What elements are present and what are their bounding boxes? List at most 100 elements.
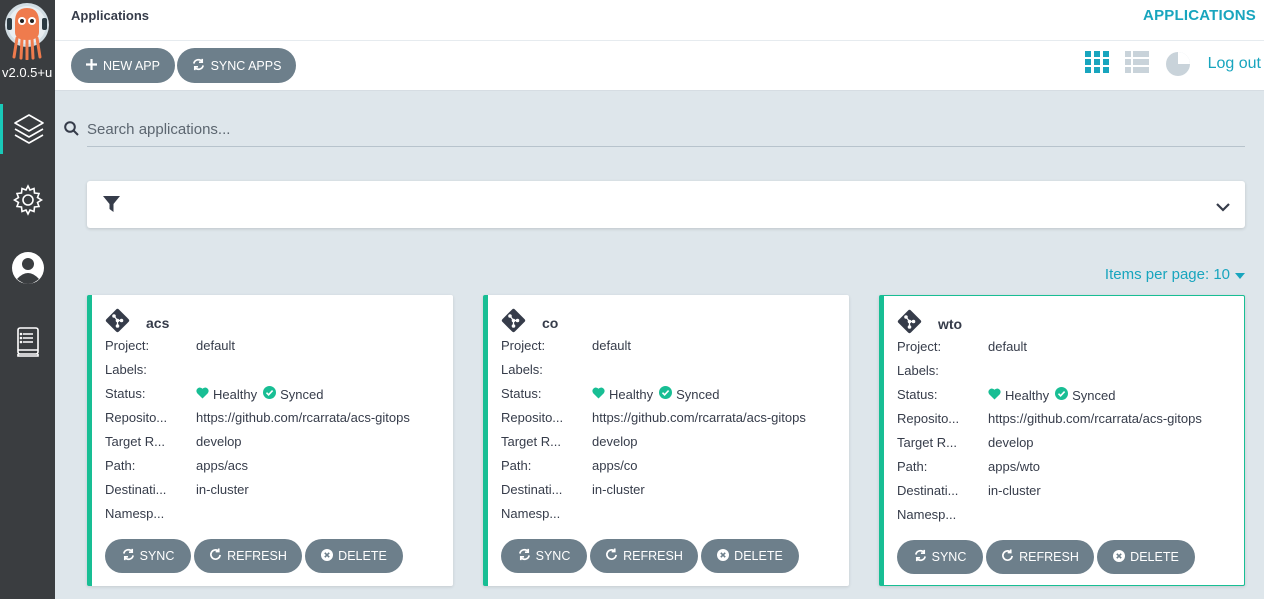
status-label: Status: (105, 386, 146, 401)
items-per-page-label: Items per page: 10 (1104, 266, 1230, 283)
sync-button[interactable]: SYNC (105, 539, 191, 573)
target-revision-value: develop (592, 434, 638, 449)
namespace-row: Namesp... (897, 507, 988, 522)
refresh-button[interactable]: REFRESH (194, 539, 302, 573)
labels-row: Labels: (501, 362, 592, 377)
app-card[interactable]: co Project: default Labels: Status: Heal… (483, 295, 849, 586)
app-name[interactable]: acs (146, 315, 169, 331)
path-row: Path: apps/co (501, 458, 638, 473)
destination-value: in-cluster (988, 483, 1041, 498)
times-circle-icon (321, 548, 334, 564)
sync-button[interactable]: SYNC (897, 540, 983, 574)
path-label: Path: (897, 459, 928, 474)
project-row: Project: default (897, 339, 1027, 354)
list-view-icon[interactable] (1125, 51, 1149, 78)
sync-status: Synced (280, 386, 324, 402)
gear-icon (12, 184, 44, 216)
refresh-icon (1001, 549, 1014, 565)
sidebar-item-applications[interactable] (0, 104, 55, 154)
tiles-view-icon[interactable] (1085, 51, 1109, 78)
destination-value: in-cluster (592, 482, 645, 497)
top-bar: Applications APPLICATIONS (55, 0, 1264, 41)
repository-value[interactable]: https://github.com/rcarrata/acs-gitops (196, 410, 410, 425)
sidebar: v2.0.5+u (0, 0, 55, 599)
labels-label: Labels: (501, 362, 543, 377)
repository-row: Reposito... https://github.com/rcarrata/… (897, 411, 1202, 426)
sidebar-item-docs[interactable] (0, 317, 55, 367)
sync-icon (914, 549, 927, 565)
project-value: default (988, 339, 1028, 354)
delete-button[interactable]: DELETE (701, 539, 799, 573)
sync-button[interactable]: SYNC (501, 539, 587, 573)
status-row: Status: Healthy Synced (105, 386, 323, 402)
sidebar-item-user-info[interactable] (0, 243, 55, 293)
delete-button[interactable]: DELETE (1097, 540, 1195, 574)
repository-label: Reposito... (105, 410, 168, 425)
toolbar: NEW APP SYNC APPS Log out (55, 41, 1264, 91)
destination-label: Destinati... (105, 482, 167, 497)
app-name[interactable]: wto (938, 316, 962, 332)
status-label: Status: (897, 387, 938, 402)
project-label: Project: (897, 339, 942, 354)
sync-icon (192, 58, 205, 74)
repository-label: Reposito... (501, 410, 564, 425)
app-card[interactable]: wto Project: default Labels: Status: Hea… (879, 295, 1245, 586)
search-input[interactable] (87, 112, 1245, 147)
app-name[interactable]: co (542, 315, 558, 331)
path-row: Path: apps/wto (897, 459, 1040, 474)
delete-button[interactable]: DELETE (305, 539, 403, 573)
path-label: Path: (501, 458, 532, 473)
new-app-button[interactable]: NEW APP (71, 48, 175, 83)
breadcrumb[interactable]: Applications (71, 8, 149, 23)
items-per-page-dropdown[interactable]: Items per page: 10 (1105, 266, 1245, 283)
namespace-row: Namesp... (501, 506, 592, 521)
heart-icon (196, 387, 209, 402)
destination-row: Destinati... in-cluster (501, 482, 645, 497)
heart-icon (592, 387, 605, 402)
path-row: Path: apps/acs (105, 458, 248, 473)
refresh-label: REFRESH (227, 549, 287, 563)
labels-row: Labels: (897, 363, 988, 378)
project-value: default (196, 338, 236, 353)
filter-bar[interactable] (87, 181, 1245, 228)
project-row: Project: default (105, 338, 235, 353)
summary-view-icon[interactable] (1165, 51, 1191, 82)
refresh-button[interactable]: REFRESH (590, 539, 698, 573)
destination-label: Destinati... (501, 482, 563, 497)
sidebar-item-settings[interactable] (0, 175, 55, 225)
repository-value[interactable]: https://github.com/rcarrata/acs-gitops (592, 410, 806, 425)
plus-icon (86, 58, 98, 73)
destination-row: Destinati... in-cluster (897, 483, 1041, 498)
namespace-label: Namesp... (105, 506, 165, 521)
namespace-row: Namesp... (105, 506, 196, 521)
filter-icon (103, 196, 120, 218)
refresh-button[interactable]: REFRESH (986, 540, 1094, 574)
search-icon (64, 121, 79, 141)
git-icon (897, 309, 922, 339)
argo-logo[interactable] (4, 2, 50, 61)
check-circle-icon (263, 386, 277, 402)
check-circle-icon (659, 386, 673, 402)
logout-link[interactable]: Log out (1208, 55, 1261, 73)
git-icon (501, 308, 526, 338)
chevron-down-icon[interactable] (1216, 199, 1230, 217)
app-card[interactable]: acs Project: default Labels: Status: Hea… (87, 295, 453, 586)
status-row: Status: Healthy Synced (897, 387, 1115, 403)
labels-label: Labels: (897, 363, 939, 378)
target-revision-row: Target R... develop (501, 434, 638, 449)
sync-apps-button[interactable]: SYNC APPS (177, 48, 296, 83)
layers-icon (12, 112, 46, 146)
sync-icon (122, 548, 135, 564)
heart-icon (988, 388, 1001, 403)
health-status: Healthy (1005, 387, 1050, 403)
labels-label: Labels: (105, 362, 147, 377)
times-circle-icon (717, 548, 730, 564)
repository-value[interactable]: https://github.com/rcarrata/acs-gitops (988, 411, 1202, 426)
user-icon (11, 251, 45, 285)
delete-label: DELETE (338, 549, 387, 563)
git-icon (105, 308, 130, 338)
app-card-header: co (501, 308, 558, 338)
repository-row: Reposito... https://github.com/rcarrata/… (501, 410, 806, 425)
path-value: apps/acs (196, 458, 249, 473)
target-revision-value: develop (988, 435, 1034, 450)
